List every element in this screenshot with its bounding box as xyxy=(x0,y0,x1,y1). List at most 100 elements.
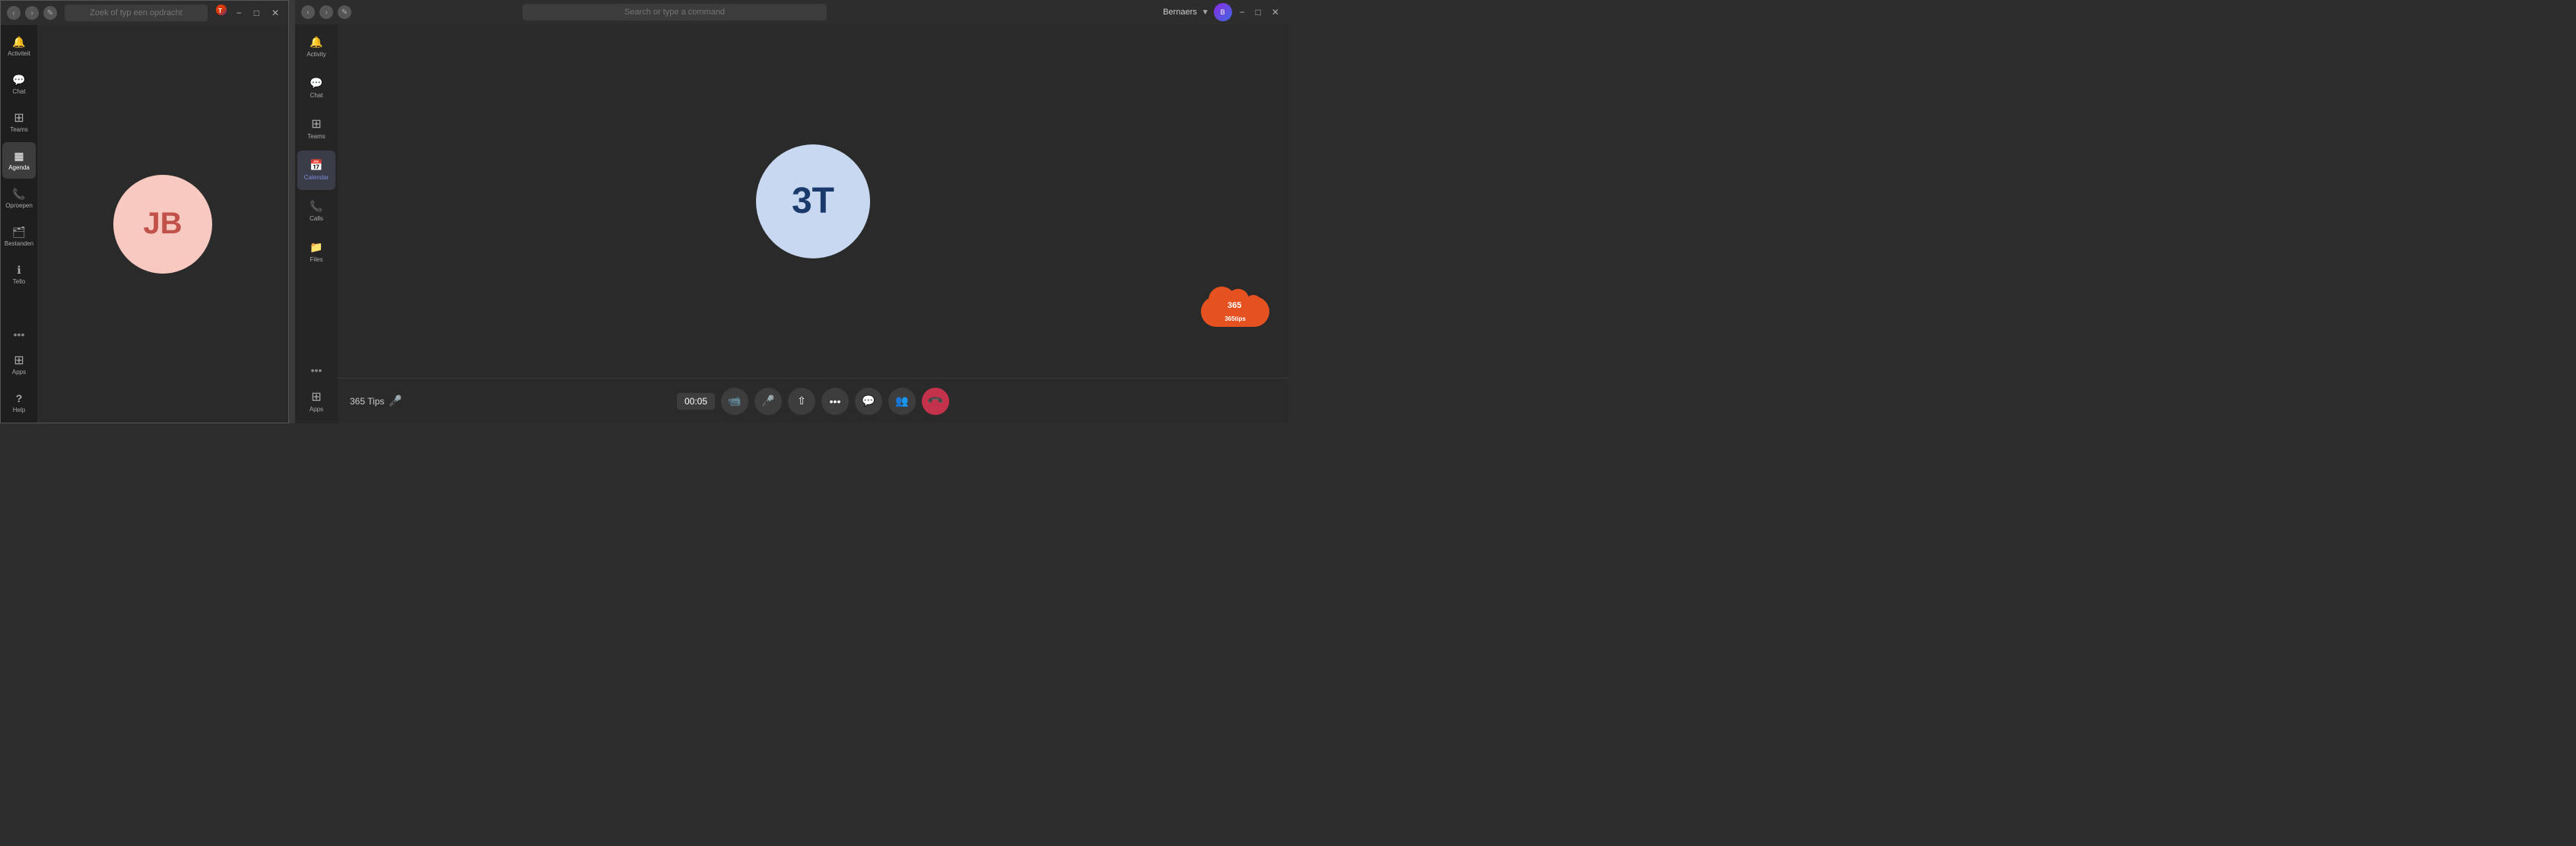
apps-icon-right xyxy=(311,391,321,404)
window-divider xyxy=(289,0,295,423)
search-input-left[interactable]: Zoek of typ een opdracht xyxy=(65,5,208,21)
right-window: ‹ › ✎ Search or type a command Bernaers … xyxy=(295,0,1288,423)
back-button-left[interactable]: ‹ xyxy=(7,6,21,20)
sidebar-label-help-left: Help xyxy=(13,407,25,413)
mute-button[interactable]: 🎤 xyxy=(754,388,782,415)
avatar-3t: 3T xyxy=(756,144,870,258)
teams-logo-left: T xyxy=(215,4,233,22)
sidebar-item-chat-right[interactable]: Chat xyxy=(297,68,335,108)
calendar-icon xyxy=(310,160,322,172)
call-area: 3T 365 365tips xyxy=(338,24,1288,378)
maximize-right[interactable]: □ xyxy=(1253,5,1264,19)
avatar-initials-jb: JB xyxy=(143,207,182,241)
sidebar-item-files-right[interactable]: Files xyxy=(297,233,335,272)
sidebar-label-chat-right: Chat xyxy=(310,92,323,99)
sidebar-label-apps-left: Apps xyxy=(12,369,26,375)
titlebar-left: ‹ › ✎ Zoek of typ een opdracht T − xyxy=(1,1,288,25)
sidebar-label-tello: Tello xyxy=(13,278,25,285)
chat-ctrl-icon: 💬 xyxy=(862,394,875,407)
chat-button[interactable]: 💬 xyxy=(855,388,882,415)
call-timer: 00:05 xyxy=(677,393,715,410)
apps-icon-left xyxy=(14,355,24,367)
sidebar-item-apps-left[interactable]: Apps xyxy=(2,347,36,383)
svg-text:T: T xyxy=(218,8,222,14)
forward-button-left[interactable]: › xyxy=(25,6,39,20)
caller-label: 365 Tips 🎤 xyxy=(350,394,402,407)
caller-name: 365 Tips xyxy=(350,396,384,407)
video-button[interactable]: 📹 xyxy=(721,388,748,415)
sidebar-label-teams-left: Teams xyxy=(10,126,28,133)
help-icon-left xyxy=(16,393,23,405)
chevron-down-icon[interactable]: ▼ xyxy=(1202,8,1209,17)
sidebar-item-activity-right[interactable]: Activity xyxy=(297,27,335,67)
avatar-jb: JB xyxy=(113,175,212,274)
sidebar-item-calls-right[interactable]: Calls xyxy=(297,192,335,231)
sidebar-right: Activity Chat Teams Calendar Calls Files xyxy=(295,24,338,423)
files-icon-left xyxy=(12,227,26,239)
sidebar-item-bestanden[interactable]: Bestanden xyxy=(2,218,36,255)
sidebar-item-activiteit[interactable]: Activiteit xyxy=(2,28,36,65)
cloud-bump3 xyxy=(1245,295,1262,312)
sidebar-item-apps-right[interactable]: Apps xyxy=(297,382,335,422)
user-profile: Bernaers ▼ B − □ ✕ xyxy=(1163,3,1282,21)
sidebar-item-oproepen[interactable]: Oproepen xyxy=(2,180,36,217)
avatar-initial: B xyxy=(1221,8,1225,16)
calls-icon-right xyxy=(310,201,322,213)
mute-icon: 🎤 xyxy=(761,394,774,407)
sidebar-label-files-right: Files xyxy=(310,256,323,263)
user-avatar[interactable]: B xyxy=(1214,3,1232,21)
share-screen-button[interactable]: ⇧ xyxy=(788,388,815,415)
more-options-right[interactable]: ••• xyxy=(311,364,322,376)
minimize-right[interactable]: − xyxy=(1237,5,1248,19)
compose-button-left[interactable]: ✎ xyxy=(43,6,57,20)
sidebar-label-bestanden: Bestanden xyxy=(5,240,33,247)
sidebar-item-help-left[interactable]: Help xyxy=(2,385,36,421)
compose-button-right[interactable]: ✎ xyxy=(338,5,351,19)
avatar-initials-3t: 3T xyxy=(792,180,834,222)
more-options-left[interactable]: ••• xyxy=(14,328,25,341)
chat-icon-left xyxy=(12,74,25,87)
sidebar-label-teams-right: Teams xyxy=(307,133,326,140)
sidebar-item-teams-left[interactable]: Teams xyxy=(2,104,36,141)
svg-text:365: 365 xyxy=(1228,301,1241,309)
sidebar-item-teams-right[interactable]: Teams xyxy=(297,109,335,149)
files-icon-right xyxy=(310,242,322,254)
sidebar-item-calendar[interactable]: Calendar xyxy=(297,151,335,190)
username-label: Bernaers xyxy=(1163,8,1197,17)
cloud-icon-text: 365 xyxy=(1228,299,1243,312)
cloud-shape: 365 365tips xyxy=(1201,285,1269,327)
sidebar-label-activity-right: Activity xyxy=(307,51,326,58)
window-controls-left: − □ ✕ xyxy=(233,6,282,20)
teams-icon-left xyxy=(14,112,24,125)
participants-button[interactable]: 👥 xyxy=(888,388,916,415)
cloud-text-label: 365tips xyxy=(1224,315,1246,322)
sidebar-item-chat-left[interactable]: Chat xyxy=(2,66,36,103)
sidebar-label-calendar: Calendar xyxy=(304,174,329,181)
sidebar-label-apps-right: Apps xyxy=(310,406,323,413)
close-right[interactable]: ✕ xyxy=(1269,5,1282,19)
main-content-left: JB xyxy=(37,25,288,423)
minimize-left[interactable]: − xyxy=(233,6,245,20)
search-input-right[interactable]: Search or type a command xyxy=(523,4,827,21)
close-left[interactable]: ✕ xyxy=(268,6,282,20)
forward-button-right[interactable]: › xyxy=(319,5,333,19)
activity-icon-right xyxy=(310,36,322,49)
end-call-button[interactable]: 📞 xyxy=(922,388,949,415)
sidebar-item-agenda[interactable]: Agenda xyxy=(2,142,36,179)
back-button-right[interactable]: ‹ xyxy=(301,5,315,19)
sidebar-item-tello[interactable]: Tello xyxy=(2,256,36,293)
nav-buttons-right: ‹ › ✎ xyxy=(301,5,351,19)
mic-status-icon: 🎤 xyxy=(389,394,402,407)
main-content-right: 3T 365 365tips xyxy=(338,24,1288,423)
share-screen-icon: ⇧ xyxy=(797,394,806,407)
more-options-button[interactable]: ••• xyxy=(821,388,849,415)
maximize-left[interactable]: □ xyxy=(251,6,262,20)
chat-icon-right xyxy=(310,78,322,90)
app-body-left: Activiteit Chat Teams Agenda Oproepen Be… xyxy=(1,25,288,423)
agenda-icon xyxy=(14,151,24,163)
teams-icon-right xyxy=(311,119,321,131)
nav-buttons-left: ‹ › ✎ xyxy=(7,6,57,20)
sidebar-label-chat-left: Chat xyxy=(13,88,26,95)
left-window: ‹ › ✎ Zoek of typ een opdracht T − xyxy=(0,0,289,423)
sidebar-label-activiteit: Activiteit xyxy=(8,50,30,57)
